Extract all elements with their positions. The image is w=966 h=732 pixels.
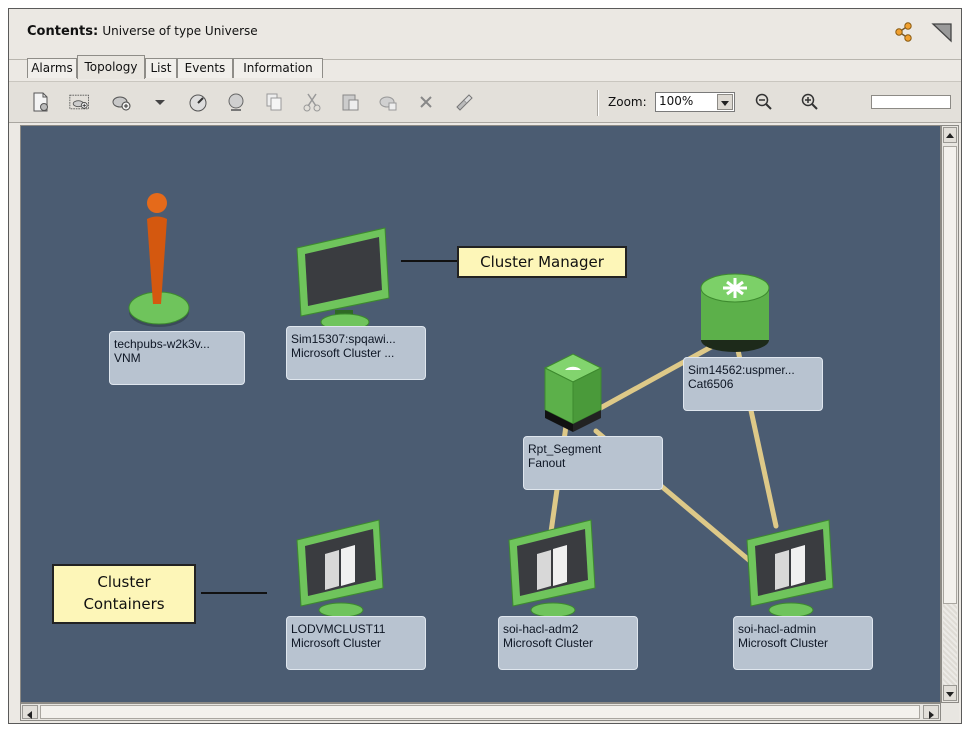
node-label-soi-hacl-admin[interactable]: soi-hacl-admin Microsoft Cluster (733, 616, 873, 670)
cluster-manager-node[interactable] (289, 226, 399, 335)
tab-events[interactable]: Events (177, 58, 233, 78)
fanout-node[interactable] (537, 348, 609, 440)
cluster-container-node-3[interactable] (741, 518, 841, 622)
cut-icon[interactable] (301, 91, 323, 113)
cluster-monitor-icon (508, 519, 596, 618)
globe-icon[interactable] (225, 91, 247, 113)
scroll-up-button[interactable] (943, 127, 957, 143)
node-label-cat6506[interactable]: Sim14562:uspmer... Cat6506 (683, 357, 823, 411)
zoom-value: 100% (659, 94, 694, 108)
tab-alarms[interactable]: Alarms (27, 58, 77, 78)
toolbar-search-field[interactable] (871, 95, 951, 109)
callout-cluster-containers: Cluster Containers (52, 564, 196, 624)
zoom-out-icon[interactable] (753, 91, 775, 113)
contents-value: Universe of type Universe (102, 24, 258, 38)
node-label-soi-hacl-adm2[interactable]: soi-hacl-adm2 Microsoft Cluster (498, 616, 638, 670)
zoom-dropdown-arrow-icon[interactable] (717, 94, 733, 110)
scroll-right-button[interactable] (923, 705, 939, 719)
cluster-monitor-icon (746, 519, 834, 618)
toolbar: Zoom: 100% (9, 81, 961, 123)
zoom-in-icon[interactable] (799, 91, 821, 113)
dropdown-arrow-icon[interactable] (149, 91, 165, 113)
vertical-scroll-thumb[interactable] (943, 146, 957, 604)
contents-title: Contents: Universe of type Universe (27, 24, 258, 39)
node-label-lodvmclust11[interactable]: LODVMCLUST11 Microsoft Cluster (286, 616, 426, 670)
panel-header: Contents: Universe of type Universe (9, 9, 961, 60)
collapse-triangle-icon[interactable] (931, 21, 953, 47)
vertical-scrollbar[interactable] (941, 125, 959, 703)
delete-icon[interactable] (415, 91, 437, 113)
paste-node-icon[interactable] (377, 91, 399, 113)
node-label-fanout[interactable]: Rpt_Segment Fanout (523, 436, 663, 490)
toolbar-separator (597, 90, 599, 116)
tab-topology[interactable]: Topology (77, 55, 145, 79)
scroll-down-button[interactable] (943, 685, 957, 701)
monitor-icon (296, 227, 390, 331)
callout-cluster-manager: Cluster Manager (457, 246, 627, 278)
node-label-cluster-manager[interactable]: Sim15307:spqawi... Microsoft Cluster ... (286, 326, 426, 380)
router-node[interactable] (697, 268, 777, 362)
add-container-icon[interactable] (69, 91, 95, 113)
gauge-icon[interactable] (187, 91, 209, 113)
vertical-scroll-track[interactable] (943, 604, 957, 686)
share-icon[interactable] (893, 21, 915, 47)
copy-icon[interactable] (263, 91, 285, 113)
horizontal-scrollbar[interactable] (20, 703, 941, 721)
zoom-select[interactable]: 100% (655, 92, 735, 112)
node-label-vnm[interactable]: techpubs-w2k3v... VNM (109, 331, 245, 385)
add-node-icon[interactable] (111, 91, 133, 113)
tab-list[interactable]: List (145, 58, 177, 78)
contents-label: Contents: (27, 24, 99, 39)
cluster-monitor-icon (296, 519, 384, 618)
tools-icon[interactable] (453, 91, 475, 113)
new-document-icon[interactable] (29, 91, 51, 113)
tab-information[interactable]: Information (233, 58, 323, 78)
horizontal-scroll-thumb[interactable] (40, 705, 920, 719)
vnm-node[interactable] (121, 184, 201, 343)
cluster-container-node-2[interactable] (503, 518, 603, 622)
fanout-cube-icon (543, 353, 603, 432)
location-pin-icon (128, 193, 190, 327)
scroll-corner (941, 703, 959, 721)
zoom-label: Zoom: (608, 95, 647, 109)
topology-canvas[interactable]: techpubs-w2k3v... VNM Sim15307:spqawi...… (20, 125, 941, 703)
router-icon (700, 273, 770, 352)
scroll-left-button[interactable] (22, 705, 38, 719)
paste-icon[interactable] (339, 91, 361, 113)
cluster-container-node-1[interactable] (291, 518, 391, 622)
contents-panel: Contents: Universe of type Universe Alar… (8, 8, 962, 724)
